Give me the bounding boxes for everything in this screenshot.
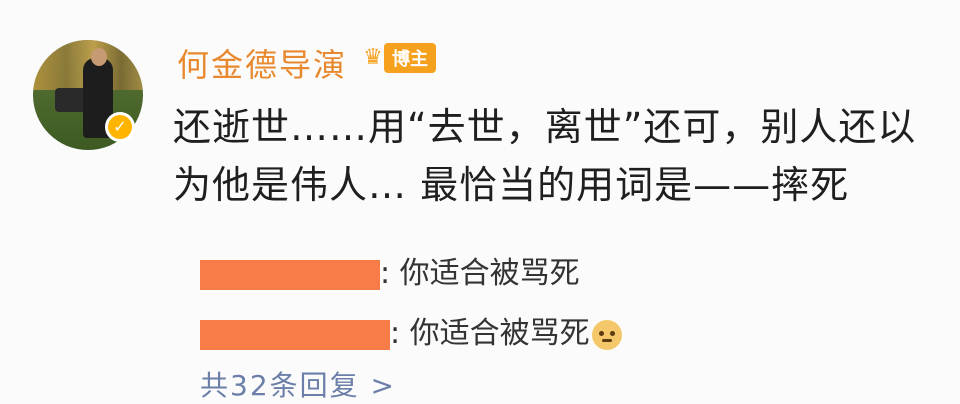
reply-text: 你适合被骂死 [409,316,590,351]
redacted-username [200,319,390,350]
reply-item[interactable]: : 你适合被骂死 [200,308,622,351]
redacted-username [200,259,380,290]
reply-text: 你适合被骂死 [399,256,580,291]
avatar-head-shape [91,48,107,66]
doge-emoji-icon [591,319,622,350]
verified-v-icon: ✓ [105,112,135,142]
author-name[interactable]: 何金德导演 [177,40,347,86]
more-replies-link[interactable]: 共32条回复 > [200,364,396,404]
author-tag-label: 博主 [384,43,436,73]
reply-preview-box[interactable]: : 你适合被骂死 : 你适合被骂死 共32条回复 > [185,232,930,404]
reply-item[interactable]: : 你适合被骂死 [200,248,580,291]
reply-separator: : [390,316,401,351]
author-tag: ♛ 博主 [358,42,436,74]
post-card: ✓ 何金德导演 ♛ 博主 还逝世……用“去世，离世”还可，别人还以为他是伟人… … [0,0,960,404]
post-text: 还逝世……用“去世，离世”还可，别人还以为他是伟人… 最恰当的用词是——摔死 [173,105,917,207]
reply-separator: : [380,256,391,291]
